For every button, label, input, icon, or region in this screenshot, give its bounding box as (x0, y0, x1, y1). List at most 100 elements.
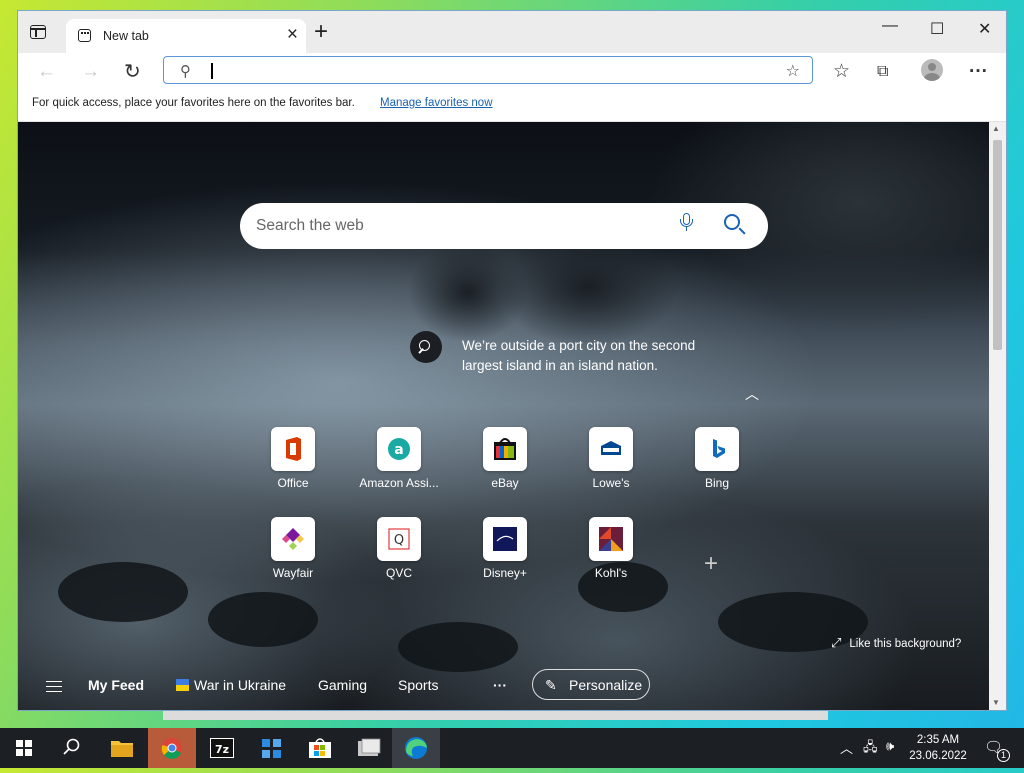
favorites-bar-message: For quick access, place your favorites h… (32, 97, 355, 109)
settings-more-icon[interactable]: ··· (969, 61, 988, 83)
system-clock[interactable]: 2:35 AM 23.06.2022 (898, 732, 978, 764)
image-info-search-icon[interactable] (410, 331, 442, 363)
background-rock (208, 592, 318, 647)
feed-more-button[interactable]: ··· (493, 677, 507, 693)
refresh-button[interactable]: ↻ (124, 61, 141, 83)
collections-icon[interactable]: ⧉ (877, 61, 888, 83)
vertical-scrollbar[interactable]: ▲ ▼ (989, 122, 1006, 710)
new-tab-page: Search the web We’re outside a port city… (18, 122, 989, 710)
favorites-bar: For quick access, place your favorites h… (18, 93, 1006, 122)
volume-icon[interactable]: 🕪 (886, 738, 894, 754)
notification-count-badge: 1 (997, 749, 1010, 762)
tab-new-tab[interactable]: New tab × (66, 19, 306, 53)
tile-label: Amazon Assi... (359, 476, 439, 490)
feed-bar: My Feed War in Ukraine Gaming Sports ···… (18, 662, 989, 707)
menu-icon[interactable] (46, 681, 62, 692)
text-caret (211, 63, 213, 79)
address-bar[interactable]: ⚲ ☆ (163, 56, 813, 84)
feed-tab-label: War in Ukraine (194, 677, 287, 693)
manage-favorites-link[interactable]: Manage favorites now (380, 97, 493, 109)
quick-link-lowes[interactable]: Lowe's (558, 427, 664, 507)
tile-label: Lowe's (592, 476, 630, 490)
quick-link-ebay[interactable]: eBay (452, 427, 558, 507)
tile-label: eBay (491, 476, 519, 490)
ukraine-flag-icon (176, 679, 189, 691)
scroll-down-arrow-icon[interactable]: ▼ (992, 698, 1000, 707)
personalize-button[interactable]: ✎ Personalize (532, 669, 650, 700)
profile-avatar[interactable] (921, 59, 943, 81)
office-icon (271, 427, 315, 471)
feed-tab-sports[interactable]: Sports (398, 677, 438, 693)
chevron-up-icon[interactable]: ︿ (840, 738, 853, 757)
quick-link-qvc[interactable]: Q QVC (346, 517, 452, 597)
lowes-icon (589, 427, 633, 471)
edge-icon[interactable] (392, 728, 440, 768)
minimize-button[interactable]: — (882, 17, 898, 35)
svg-text:a: a (394, 442, 403, 458)
tab-actions-icon[interactable] (30, 25, 46, 39)
clock-time: 2:35 AM (916, 734, 960, 746)
clock-date: 23.06.2022 (909, 750, 967, 762)
scroll-up-arrow-icon[interactable]: ▲ (992, 124, 1000, 133)
tile-label: Office (277, 476, 309, 490)
tile-label: QVC (385, 566, 412, 580)
close-window-button[interactable]: ✕ (978, 19, 991, 39)
close-tab-icon[interactable]: × (287, 25, 298, 45)
forward-button[interactable]: → (81, 61, 100, 83)
chrome-icon[interactable] (148, 728, 196, 768)
tab-title: New tab (103, 29, 149, 43)
like-background-link[interactable]: ⤢ Like this background? (831, 635, 961, 651)
background-info-text[interactable]: We’re outside a port city on the second … (462, 336, 732, 376)
quick-link-bing[interactable]: Bing (664, 427, 770, 507)
pencil-icon: ✎ (545, 677, 557, 693)
background-rock (58, 562, 188, 622)
toolbar: ← → ↻ ⚲ ☆ ☆ ⧉ ··· (18, 53, 1006, 93)
search-icon[interactable] (48, 728, 96, 768)
scrollbar-thumb[interactable] (993, 140, 1002, 350)
browser-window: New tab × + — ☐ ✕ ← → ↻ ⚲ ☆ ☆ ⧉ ··· For … (17, 10, 1007, 711)
feed-tab-my-feed[interactable]: My Feed (88, 677, 144, 693)
kohls-icon (589, 517, 633, 561)
quick-link-wayfair[interactable]: Wayfair (240, 517, 346, 597)
network-icon[interactable]: 🖧 (863, 738, 878, 760)
expand-icon: ⤢ (831, 635, 842, 650)
quick-link-disney-plus[interactable]: Disney+ (452, 517, 558, 597)
add-site-button[interactable]: + (704, 550, 718, 578)
wayfair-icon (271, 517, 315, 561)
favorites-icon[interactable]: ☆ (833, 61, 850, 83)
bing-icon (695, 427, 739, 471)
svg-text:7z: 7z (215, 743, 229, 756)
back-button[interactable]: ← (37, 61, 56, 83)
like-background-label: Like this background? (849, 638, 962, 650)
network-app-icon[interactable] (248, 728, 296, 768)
collapse-chevron-icon[interactable]: ︿ (745, 384, 759, 404)
taskbar: 7z ︿ 🖧 🕪 2:35 AM 23.06.2022 🗨 1 (0, 728, 1024, 768)
tile-label: Bing (704, 476, 730, 490)
horizontal-scrollbar-strip (163, 711, 828, 720)
disney-plus-icon (483, 517, 527, 561)
quick-link-amazon-assistant[interactable]: a Amazon Assi... (346, 427, 452, 507)
feed-tab-war-in-ukraine[interactable]: War in Ukraine (176, 677, 286, 693)
feed-tab-gaming[interactable]: Gaming (318, 677, 367, 693)
search-icon[interactable] (724, 214, 740, 230)
personalize-label: Personalize (569, 677, 643, 693)
tile-label: Kohl's (594, 566, 628, 580)
new-tab-button[interactable]: + (314, 20, 328, 44)
svg-text:Q: Q (394, 533, 404, 548)
tile-label: Disney+ (483, 566, 527, 580)
search-placeholder: Search the web (256, 217, 364, 234)
microphone-icon[interactable] (680, 213, 693, 231)
7zip-icon[interactable]: 7z (198, 728, 246, 768)
app-icon[interactable] (344, 728, 392, 768)
start-button[interactable] (0, 728, 48, 768)
add-favorite-icon[interactable]: ☆ (786, 61, 800, 81)
new-tab-page-icon (78, 29, 91, 42)
qvc-icon: Q (377, 517, 421, 561)
quick-link-office[interactable]: Office (240, 427, 346, 507)
file-explorer-icon[interactable] (98, 728, 146, 768)
quick-link-kohls[interactable]: Kohl's (558, 517, 664, 597)
maximize-button[interactable]: ☐ (930, 19, 944, 39)
tile-label: Wayfair (272, 566, 314, 580)
web-search-box[interactable]: Search the web (240, 203, 768, 249)
store-icon[interactable] (296, 728, 344, 768)
